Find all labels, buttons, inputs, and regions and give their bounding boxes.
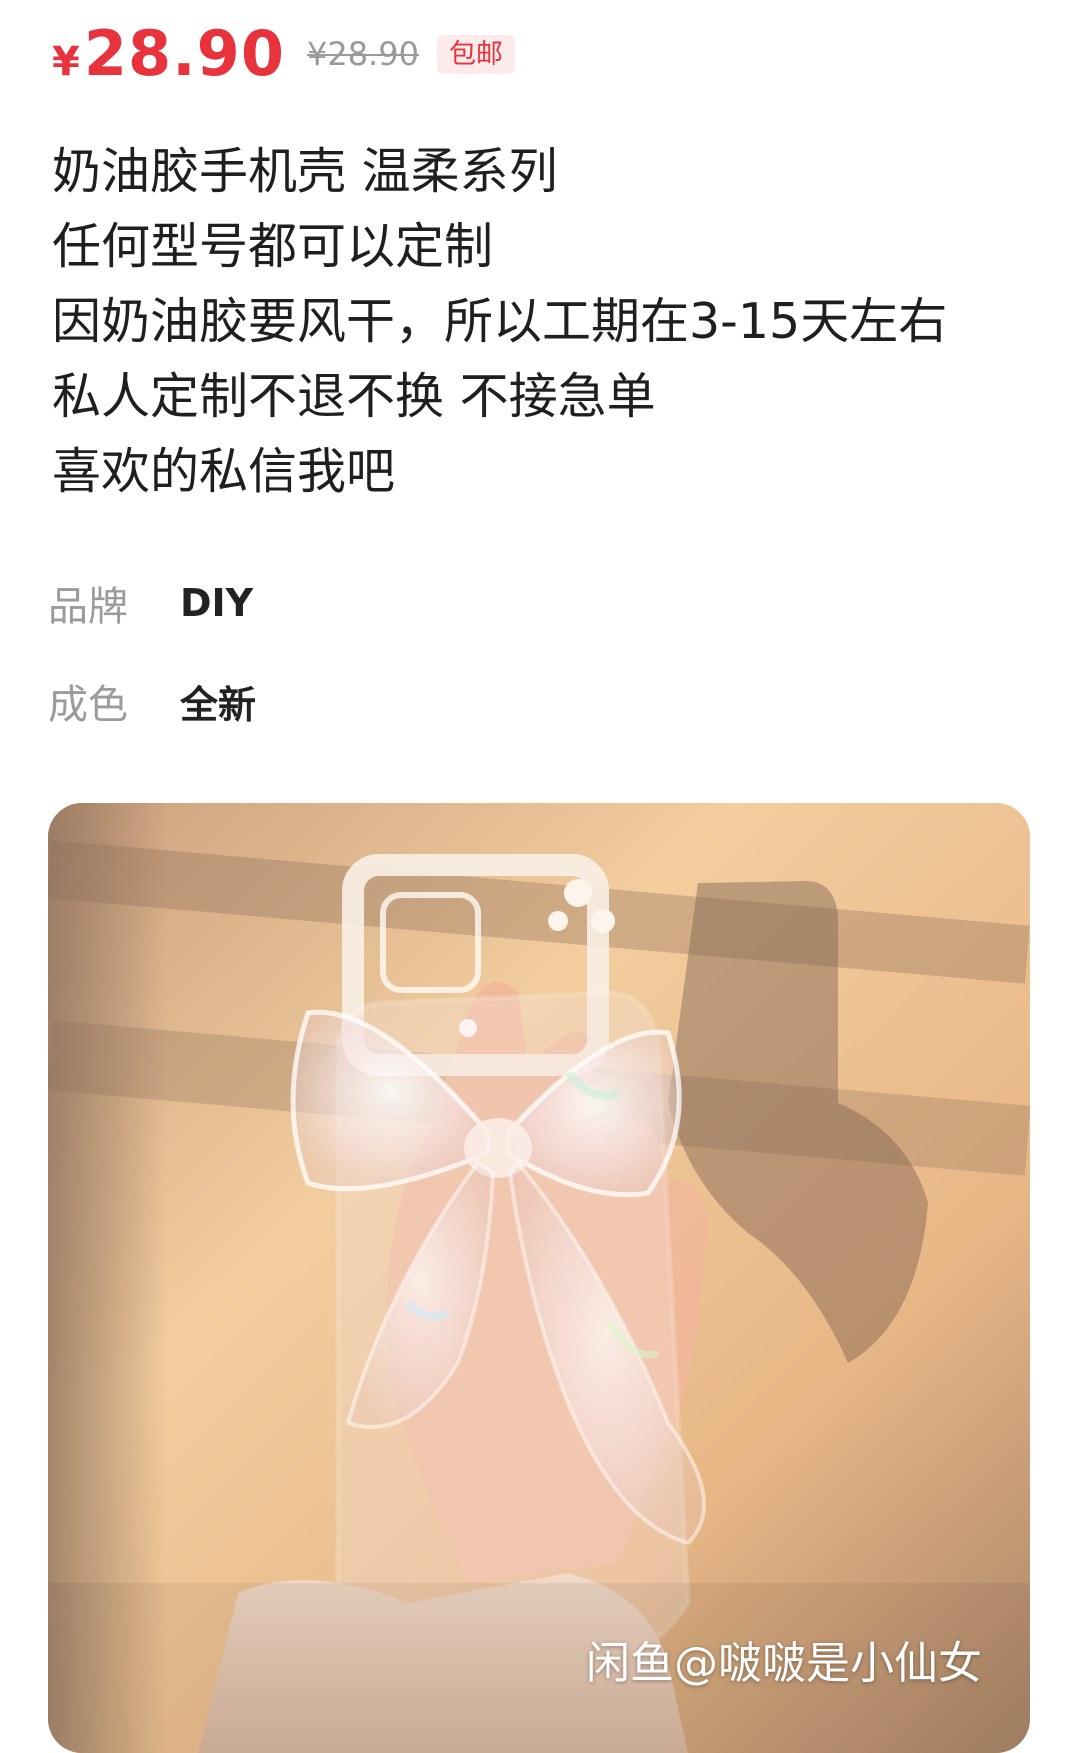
attribute-brand: 品牌 DIY [48,573,253,633]
product-image[interactable]: 闲鱼@啵啵是小仙女 [48,803,1030,1753]
product-photo-illustration [48,803,1030,1753]
attribute-label: 品牌 [48,584,128,630]
product-description: 奶油胶手机壳 温柔系列 任何型号都可以定制 因奶油胶要风干，所以工期在3-15天… [52,134,1052,509]
attribute-label: 成色 [48,682,128,728]
description-line: 喜欢的私信我吧 [52,443,396,500]
attribute-value: 全新 [180,682,257,727]
description-line: 因奶油胶要风干，所以工期在3-15天左右 [52,293,948,350]
attribute-value: DIY [180,581,254,625]
watermark: 闲鱼@啵啵是小仙女 [586,1638,982,1689]
current-price: ¥ 28.90 [52,23,285,85]
original-price: ¥28.90 [306,35,419,73]
attribute-condition: 成色 全新 [48,671,256,731]
current-price-value: 28.90 [83,17,285,90]
description-line: 奶油胶手机壳 温柔系列 [52,143,558,200]
free-shipping-badge: 包邮 [436,34,515,74]
description-line: 私人定制不退不换 不接急单 [52,368,656,425]
description-line: 任何型号都可以定制 [52,218,494,275]
currency-symbol: ¥ [52,39,80,85]
price-row: ¥ 28.90 ¥28.90 包邮 [52,14,515,94]
